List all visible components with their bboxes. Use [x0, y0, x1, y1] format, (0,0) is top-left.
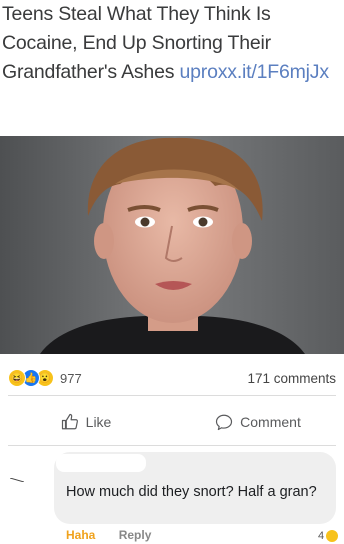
divider — [8, 445, 336, 446]
like-label: Like — [85, 414, 112, 430]
comment-reaction-count: 4 — [318, 530, 325, 542]
mugshot-image — [0, 136, 344, 354]
thumbs-up-icon — [61, 413, 78, 430]
post-link[interactable]: uproxx.it/1F6mjJx — [180, 61, 330, 83]
divider — [8, 395, 336, 396]
reaction-summary[interactable]: 😆 👍 😮 977 — [8, 369, 82, 387]
post-photo[interactable] — [0, 136, 344, 354]
comment-footer: Haha Reply — [66, 528, 336, 544]
reaction-count: 977 — [60, 370, 82, 386]
comments-count[interactable]: 171 comments — [247, 371, 336, 386]
post-actions: Like Comment — [0, 404, 344, 440]
comment-label: Comment — [240, 414, 301, 430]
post-text: Teens Steal What They Think Is Cocaine, … — [0, 0, 344, 87]
avatar[interactable] — [10, 478, 24, 482]
comment-bubble: How much did they snort? Half a gran? — [54, 452, 336, 524]
comment-icon — [216, 414, 233, 431]
comment-button[interactable]: Comment — [172, 404, 344, 440]
reply-link[interactable]: Reply — [119, 528, 152, 542]
redacted-name-overlay — [56, 454, 146, 472]
comment-reactions[interactable]: 4 — [318, 530, 339, 542]
haha-icon — [326, 530, 339, 542]
haha-icon: 😆 — [8, 369, 26, 387]
comment-text: How much did they snort? Half a gran? — [66, 484, 317, 500]
like-button[interactable]: Like — [0, 404, 172, 440]
reactions-bar: 😆 👍 😮 977 171 comments — [0, 366, 344, 390]
haha-reaction-link[interactable]: Haha — [66, 528, 95, 542]
